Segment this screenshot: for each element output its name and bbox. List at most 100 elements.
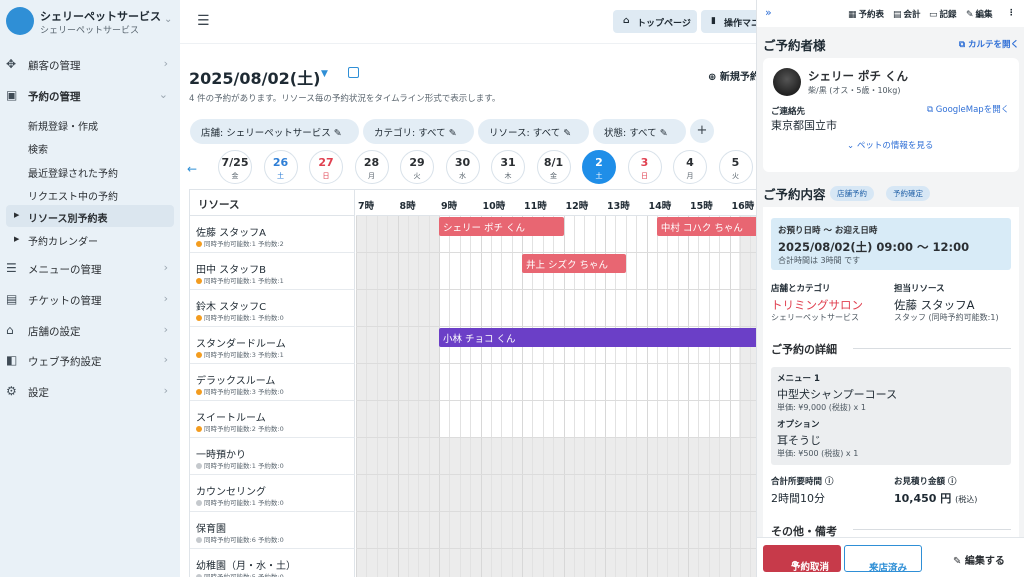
subitem-resource-table[interactable]: ▶ リソース別予約表 [6, 205, 174, 227]
menu-value: 中型犬シャンプーコース [777, 388, 898, 401]
resource-row[interactable]: カウンセリング 同時予約可能数:1 予約数:0 [190, 475, 355, 512]
more-vert-icon[interactable]: ⋮ [1007, 8, 1016, 18]
resource-row[interactable]: 佐藤 スタッフA 同時予約可能数:1 予約数:2 [190, 216, 355, 253]
day-button[interactable]: 28 月 [354, 150, 389, 184]
resource-row[interactable]: スイートルーム 同時予約可能数:2 予約数:0 [190, 401, 355, 438]
caret-down-icon[interactable]: ▼ [321, 69, 328, 79]
hour-label: 16時 [729, 190, 756, 216]
status-dot-icon [196, 352, 202, 358]
arrow-left-icon[interactable]: ← [187, 162, 197, 176]
resource-stat: 同時予約可能数:1 予約数:2 [196, 238, 284, 248]
day-button[interactable]: 2土 [582, 150, 616, 184]
day-button[interactable]: 8/1 金 [536, 150, 571, 184]
day-button[interactable]: 7/25 金 [218, 150, 252, 184]
hamburger-icon[interactable]: ☰ [197, 13, 210, 29]
filter-resource-chip[interactable]: リソース: すべて ✎ [478, 119, 589, 144]
day-button[interactable]: 3日 [627, 150, 662, 184]
cancel-reservation-button[interactable]: ⊗ 予約取消 [763, 545, 841, 573]
grid-line [677, 216, 679, 577]
resource-row[interactable]: 鈴木 スタッフC 同時予約可能数:1 予約数:0 [190, 290, 355, 327]
help-icon: ⓘ [824, 477, 834, 487]
edit-link[interactable]: ✎ 編集 [966, 8, 993, 20]
google-map-link[interactable]: ⧉ GoogleMapを開く [927, 103, 1009, 115]
booking-block[interactable]: 井上 シズク ちゃん [522, 254, 626, 273]
resource-row[interactable]: 田中 スタッフB 同時予約可能数:1 予約数:1 [190, 253, 355, 290]
hour-label: 13時 [605, 190, 647, 216]
calendar-icon[interactable] [348, 67, 359, 78]
resource-row[interactable]: 保育園 同時予約可能数:6 予約数:0 [190, 512, 355, 549]
mark-visited-button[interactable]: ✓ 来店済み [844, 545, 922, 574]
resource-row[interactable]: 幼稚園（月・水・土） 同時予約可能数:5 予約数:0 [190, 549, 355, 577]
pet-info: 柴/黒 (オス・5歳・10kg) [808, 86, 901, 95]
web-icon: ◧ [6, 353, 18, 367]
grid-line [739, 216, 741, 577]
resource-value: 佐藤 スタッフA [894, 298, 975, 312]
resource-name: 保育園 [196, 524, 226, 535]
resource-row[interactable]: デラックスルーム 同時予約可能数:3 予約数:0 [190, 364, 355, 401]
booking-block[interactable]: 小林 チョコ くん [439, 328, 756, 347]
filter-category-chip[interactable]: カテゴリ: すべて ✎ [363, 119, 474, 144]
sidebar-item-customers[interactable]: ✥ 顧客の管理 › [6, 52, 174, 78]
grid-line [480, 216, 482, 577]
sidebar-item-label: 顧客の管理 [28, 60, 81, 72]
day-button[interactable]: 26 土 [263, 150, 298, 184]
divider [853, 529, 1011, 530]
chevron-right-icon: › [163, 353, 168, 366]
filter-status-chip[interactable]: 状態: すべて ✎ [593, 119, 686, 144]
new-reservation-button[interactable]: ⊕ 新規予約 [708, 68, 760, 83]
sidebar-item-settings[interactable]: ⚙ 設定 › [6, 379, 174, 405]
subitem-search[interactable]: 検索 [28, 141, 48, 156]
ticket-icon: ▤ [6, 292, 18, 306]
brand-subtitle: シェリーペットサービス [40, 26, 140, 36]
add-filter-button[interactable]: + [690, 119, 714, 143]
available-slot[interactable] [439, 401, 739, 438]
available-slot[interactable] [439, 364, 739, 401]
top-page-button[interactable]: ⌂ トップページ [613, 10, 697, 33]
sidebar-item-reservations[interactable]: ▣ 予約の管理 ⌄ [6, 83, 174, 109]
open-karte-link[interactable]: ⧉ カルテを開く [959, 38, 1019, 50]
filter-store-chip[interactable]: 店舗: シェリーペットサービス ✎ [190, 119, 359, 144]
subitem-calendar[interactable]: ▶ 予約カレンダー [6, 230, 174, 250]
available-slot[interactable] [439, 290, 739, 327]
sidebar-item-tickets[interactable]: ▤ チケットの管理 › [6, 287, 174, 313]
subitem-requests[interactable]: リクエスト中の予約 [28, 188, 118, 203]
subitem-new[interactable]: 新規登録・作成 [28, 118, 98, 133]
external-icon: ⧉ [927, 105, 934, 115]
edit-reservation-button[interactable]: ✎ 編集する [953, 552, 1005, 567]
day-weekday: 土 [595, 172, 603, 180]
timeline-grid[interactable]: シェリー ポチ くん 中村 コハク ちゃん井上 シズク ちゃん小林 チョコ くん [356, 216, 756, 577]
grid-line [511, 216, 513, 577]
day-weekday: 土 [277, 172, 284, 180]
resource-name: 鈴木 スタッフC [196, 302, 267, 313]
day-button[interactable]: 29 火 [400, 150, 434, 184]
store-switcher[interactable]: シェリーペットサービス シェリーペットサービス ⌄ [6, 7, 176, 37]
booking-block[interactable]: 中村 コハク ちゃん [656, 217, 756, 236]
record-link[interactable]: ▭ 記録 [929, 8, 957, 20]
page-title: 2025/08/02(土) [189, 69, 321, 88]
grid-line [636, 216, 638, 577]
day-button[interactable]: 4月 [673, 150, 707, 184]
subitem-recent[interactable]: 最近登録された予約 [28, 165, 118, 180]
resource-name: 田中 スタッフB [196, 265, 267, 276]
day-button[interactable]: 31 木 [491, 150, 525, 184]
day-button[interactable]: 5火 [718, 150, 753, 184]
hour-label: 7時 [356, 190, 398, 216]
reservation-table-link[interactable]: ▦ 予約表 [848, 8, 884, 20]
grid-line [376, 216, 378, 577]
manual-button[interactable]: ▮ 操作マニ [701, 10, 761, 33]
day-number: 31 [500, 156, 516, 169]
grid-line [459, 216, 461, 577]
sidebar-item-store[interactable]: ⌂ 店舗の設定 › [6, 318, 174, 344]
resource-row[interactable]: 一時預かり 同時予約可能数:1 予約数:0 [190, 438, 355, 475]
checkout-link[interactable]: ▤ 会計 [893, 8, 921, 20]
show-pet-info-link[interactable]: ⌄ ペットの情報を見る [847, 139, 933, 151]
double-chevron-icon[interactable]: » [765, 6, 772, 19]
grid-line [428, 216, 430, 577]
day-button[interactable]: 30 水 [445, 150, 480, 184]
resource-row[interactable]: スタンダードルーム 同時予約可能数:3 予約数:1 [190, 327, 355, 364]
sidebar-item-web[interactable]: ◧ ウェブ予約設定 › [6, 348, 174, 374]
booking-block[interactable]: シェリー ポチ くん [439, 217, 564, 236]
day-button[interactable]: 27 日 [309, 150, 343, 184]
sidebar-item-menus[interactable]: ☰ メニューの管理 › [6, 256, 174, 282]
chevron-down-icon: ⌄ [847, 141, 855, 151]
